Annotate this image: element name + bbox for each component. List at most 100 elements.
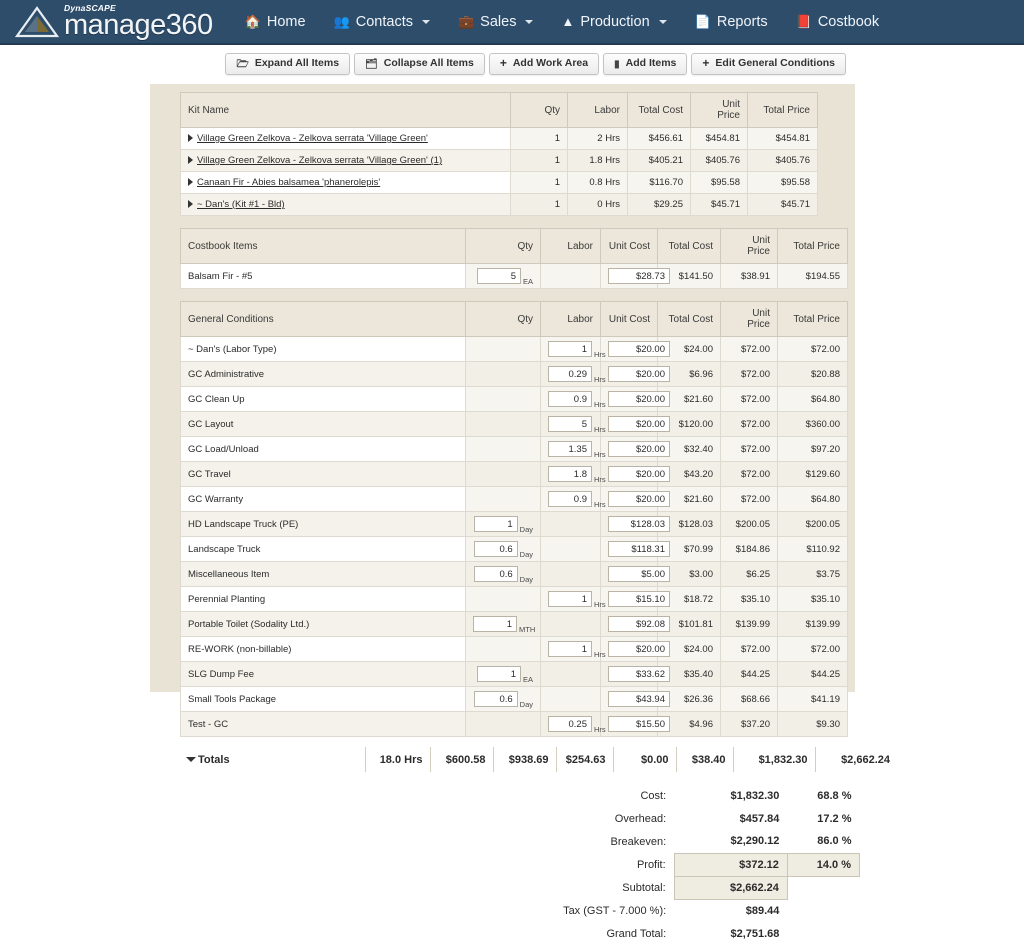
gc-unit-cost-cell[interactable]: $20.00 [600, 486, 670, 512]
gc-labor-cell[interactable]: 1 Hrs [540, 336, 606, 362]
gc-unit-cost-input[interactable]: $5.00 [608, 566, 670, 582]
gc-labor-cell[interactable]: 1.8 Hrs [540, 461, 606, 487]
expand-arrow-icon[interactable] [188, 200, 193, 209]
gc-qty-input[interactable]: 1 [473, 616, 517, 632]
kit-name-link[interactable]: Village Green Zelkova - Zelkova serrata … [197, 133, 428, 144]
gc-unit-cost-input[interactable]: $20.00 [608, 366, 670, 382]
gc-labor-cell[interactable]: 5 Hrs [540, 411, 606, 437]
gc-labor-input[interactable]: 1.8 [548, 466, 592, 482]
gc-unit-cost-input[interactable]: $20.00 [608, 416, 670, 432]
expand-all-items-button[interactable]: 🗁 Expand All Items [225, 53, 351, 75]
nav-item-sales[interactable]: 💼 Sales [444, 8, 547, 36]
gc-qty-cell[interactable]: 1 MTH [465, 611, 541, 637]
gc-unit-cost-input[interactable]: $20.00 [608, 466, 670, 482]
gc-labor-input[interactable]: 0.29 [548, 366, 592, 382]
costbook-unit-cost-input[interactable]: $28.73 [608, 268, 670, 284]
gc-unit-cost-cell[interactable]: $20.00 [600, 386, 670, 412]
costbook-qty-cell[interactable]: 5 EA [465, 263, 541, 289]
gc-labor-input[interactable]: 1 [548, 641, 592, 657]
gc-qty-input[interactable]: 0.6 [473, 566, 518, 582]
gc-qty-input[interactable]: 0.6 [473, 541, 518, 557]
gc-labor-input[interactable]: 0.9 [548, 391, 592, 407]
gc-unit-cost-input[interactable]: $20.00 [608, 491, 670, 507]
totals-value-cell: $1,832.30 [732, 747, 815, 772]
gc-unit-cost-input[interactable]: $92.08 [608, 616, 670, 632]
gc-qty-cell[interactable]: 0.6 Day [465, 536, 541, 562]
gc-unit-cost-cell[interactable]: $15.50 [600, 711, 670, 737]
add-work-area-button[interactable]: + Add Work Area [488, 53, 600, 75]
gc-unit-cost-input[interactable]: $20.00 [608, 391, 670, 407]
gc-unit-cost-cell[interactable]: $20.00 [600, 461, 670, 487]
gc-labor-cell[interactable]: 0.29 Hrs [540, 361, 606, 387]
expand-arrow-icon[interactable] [188, 156, 193, 165]
gc-unit-cost-input[interactable]: $20.00 [608, 441, 670, 457]
gc-labor-cell[interactable]: 0.9 Hrs [540, 386, 606, 412]
summary-value[interactable]: $2,662.24 [673, 875, 788, 900]
nav-item-costbook[interactable]: 📕 Costbook [782, 8, 893, 36]
costbook-unit-cost-cell[interactable]: $28.73 [600, 263, 670, 289]
gc-labor-input[interactable]: 0.25 [548, 716, 592, 732]
gc-qty-cell[interactable]: 1 Day [465, 511, 541, 537]
nav-item-reports[interactable]: 📄 Reports [681, 8, 782, 36]
gc-labor-cell[interactable]: 0.9 Hrs [540, 486, 606, 512]
kit-name-link[interactable]: Village Green Zelkova - Zelkova serrata … [197, 155, 442, 166]
gc-labor-input[interactable]: 0.9 [548, 491, 592, 507]
gc-unit-cost-input[interactable]: $118.31 [608, 541, 670, 557]
gc-unit-cost-cell[interactable]: $128.03 [600, 511, 670, 537]
gc-labor-unit: Hrs [594, 475, 606, 484]
gc-unit-cost-cell[interactable]: $20.00 [600, 411, 670, 437]
gc-labor-input[interactable]: 1 [548, 591, 592, 607]
gc-labor-input[interactable]: 1 [548, 341, 592, 357]
gc-qty-input[interactable]: 1 [473, 516, 518, 532]
brand-logo[interactable]: DynaSCAPE manage360 [14, 3, 213, 39]
edit-general-conditions-button[interactable]: + Edit General Conditions [691, 53, 846, 75]
gc-header-unit-cost: Unit Cost [600, 301, 658, 337]
expand-arrow-icon[interactable] [188, 178, 193, 187]
nav-item-contacts[interactable]: 👥 Contacts [320, 8, 444, 36]
table-row: ~ Dan's (Labor Type) 1 Hrs $20.00 $24.00 $72.… [180, 336, 848, 362]
nav-item-home[interactable]: 🏠 Home [231, 8, 320, 36]
gc-unit-cost-input[interactable]: $15.50 [608, 716, 670, 732]
gc-unit-cost-input[interactable]: $128.03 [608, 516, 670, 532]
gc-qty-input[interactable]: 1 [476, 666, 521, 682]
gc-qty-input[interactable]: 0.6 [473, 691, 518, 707]
gc-unit-cost-input[interactable]: $33.62 [608, 666, 670, 682]
expand-arrow-icon[interactable] [188, 134, 193, 143]
add-items-button[interactable]: ▮ Add Items [603, 53, 688, 75]
totals-row: Totals 18.0 Hrs $600.58 $938.69 $254.63 $0.00… [180, 747, 897, 772]
gc-unit-cost-cell[interactable]: $5.00 [600, 561, 670, 587]
gc-unit-cost-input[interactable]: $20.00 [608, 641, 670, 657]
gc-labor-cell[interactable]: 1.35 Hrs [540, 436, 606, 462]
gc-unit-cost-cell[interactable]: $15.10 [600, 586, 670, 612]
gc-qty-cell[interactable]: 0.6 Day [465, 561, 541, 587]
nav-item-production[interactable]: ▲ Production [547, 8, 680, 36]
kit-name-link[interactable]: Canaan Fir - Abies balsamea 'phanerolepi… [197, 177, 380, 188]
gc-unit-cost-cell[interactable]: $92.08 [600, 611, 670, 637]
gc-labor-cell[interactable]: 0.25 Hrs [540, 711, 606, 737]
summary-value[interactable]: $372.12 [673, 852, 788, 877]
gc-qty-cell[interactable]: 1 EA [465, 661, 541, 687]
gc-unit-cost-cell[interactable]: $33.62 [600, 661, 670, 687]
gc-labor-input[interactable]: 5 [548, 416, 592, 432]
kit-name-link[interactable]: ~ Dan's (Kit #1 - Bld) [197, 199, 285, 210]
collapse-all-items-button[interactable]: 🗂 Collapse All Items [354, 53, 485, 75]
gc-unit-cost-cell[interactable]: $20.00 [600, 436, 670, 462]
gc-unit-cost-cell[interactable]: $20.00 [600, 636, 670, 662]
summary-percent[interactable]: 14.0 % [786, 852, 861, 877]
edit-general-conditions-label: Edit General Conditions [715, 57, 835, 70]
gc-unit-cost-cell[interactable]: $20.00 [600, 336, 670, 362]
gc-unit-cost-input[interactable]: $43.94 [608, 691, 670, 707]
gc-unit-cost-input[interactable]: $20.00 [608, 341, 670, 357]
costbook-qty-input[interactable]: 5 [476, 268, 521, 284]
gc-unit-cost-input[interactable]: $15.10 [608, 591, 670, 607]
gc-unit-cost-cell[interactable]: $20.00 [600, 361, 670, 387]
summary-percent: 17.2 % [817, 812, 852, 825]
table-row: Balsam Fir - #5 5 EA $28.73 $141.50 $38.91 $19… [180, 263, 848, 289]
gc-labor-cell[interactable]: 1 Hrs [540, 636, 606, 662]
collapse-arrow-icon[interactable] [186, 757, 196, 763]
totals-value-cell: $938.69 [492, 747, 556, 772]
gc-labor-input[interactable]: 1.35 [548, 441, 592, 457]
gc-unit-cost-cell[interactable]: $118.31 [600, 536, 670, 562]
gc-labor-cell[interactable]: 1 Hrs [540, 586, 606, 612]
gc-unit-price-cell: $44.25 [720, 661, 778, 687]
